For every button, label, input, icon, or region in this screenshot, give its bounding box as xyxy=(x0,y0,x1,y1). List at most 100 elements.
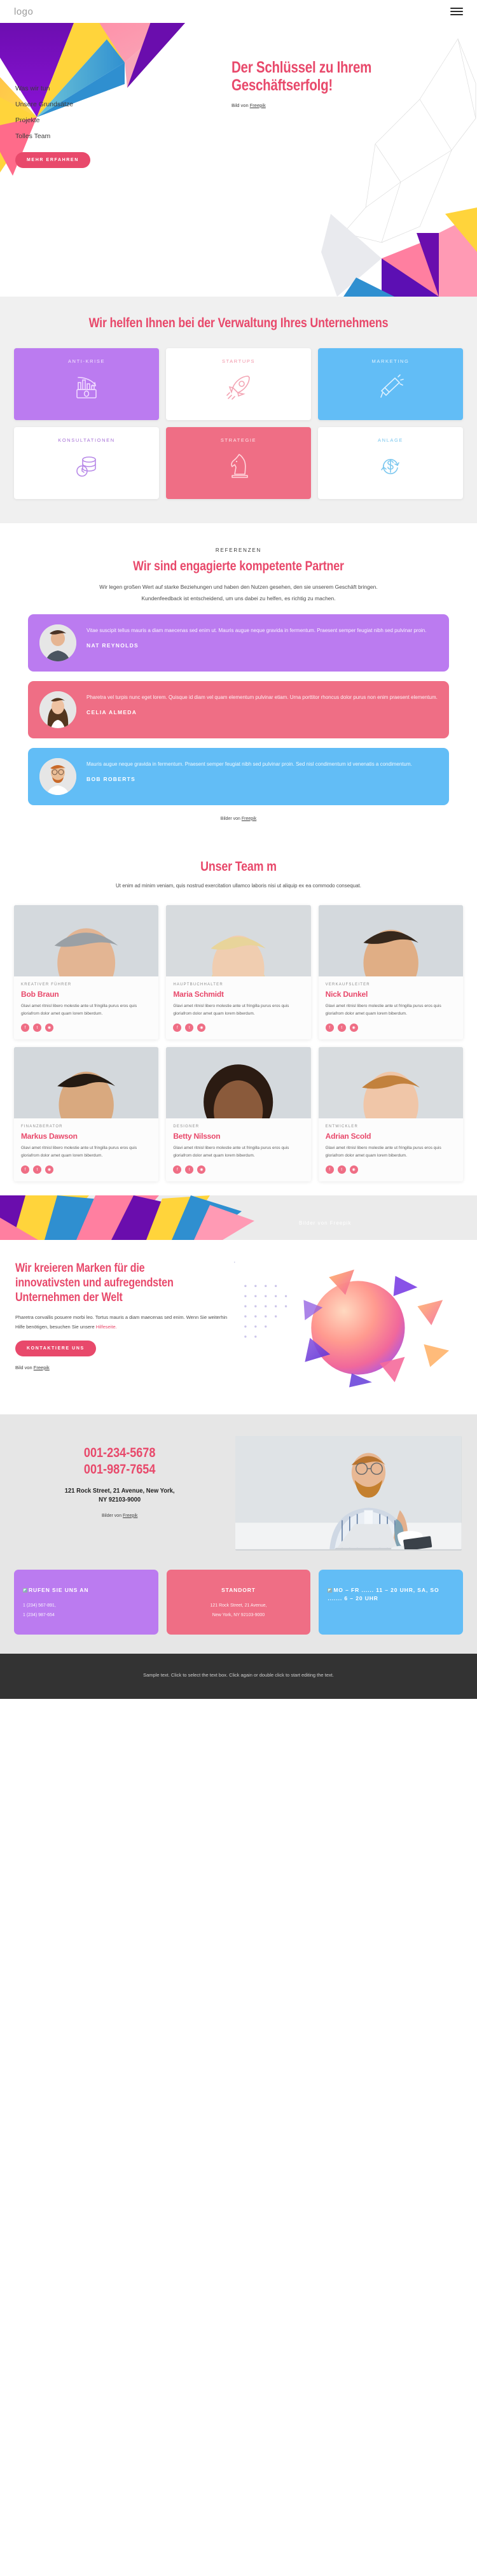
team-member-role: FINANZBERATOR xyxy=(21,1125,63,1129)
contact-card-line: 1 (234) 987-654 xyxy=(23,1613,55,1618)
testimonials-subtitle: Wir legen großen Wert auf starke Beziehu… xyxy=(99,584,378,602)
dollar-refresh-icon xyxy=(376,451,405,484)
twitter-icon[interactable]: t xyxy=(337,1165,346,1174)
instagram-icon[interactable]: ◉ xyxy=(197,1024,206,1032)
site-footer: Sample text. Click to select the text bo… xyxy=(0,1654,477,1700)
team-section: Unser Team m Ut enim ad minim veniam, qu… xyxy=(0,840,477,1241)
team-member-card[interactable]: VERKAUFSLEITER Nick Dunkel Glavi amet ri… xyxy=(318,904,463,1039)
team-member-socials: f t ◉ xyxy=(21,1165,151,1174)
money-decline-icon xyxy=(72,372,101,405)
team-member-photo xyxy=(14,1047,159,1118)
team-member-role: DESIGNER xyxy=(173,1125,200,1129)
team-title: Unser Team m xyxy=(200,859,277,874)
team-member-card[interactable]: KREATIVER FÜHRER Bob Braun Glavi amet ri… xyxy=(14,904,159,1039)
team-member-photo xyxy=(318,904,463,976)
team-member-name: Adrian Scold xyxy=(325,1132,371,1141)
service-card-startups[interactable]: STARTUPS xyxy=(166,348,311,420)
instagram-icon[interactable]: ◉ xyxy=(45,1024,53,1032)
contact-address: 121 Rock Street, 21 Avenue, New York, NY… xyxy=(25,1486,213,1505)
hero-credit-link[interactable]: Freepik xyxy=(250,102,266,108)
team-member-card[interactable]: ENTWICKLER Adrian Scold Glavi amet ritni… xyxy=(318,1047,463,1182)
site-logo[interactable]: logo xyxy=(14,6,33,17)
instagram-icon[interactable]: ◉ xyxy=(349,1024,358,1032)
hero-cta-button[interactable]: MEHR ERFAHREN xyxy=(15,152,90,168)
instagram-icon[interactable]: ◉ xyxy=(45,1165,53,1174)
contact-card-line: 121 Rock Street, 21 Avenue, xyxy=(210,1603,267,1608)
service-card-anti-krise[interactable]: ANTI-KRISE xyxy=(14,348,159,420)
team-member-desc: Glavi amet ritnisl libero molestie ante … xyxy=(173,1003,289,1016)
twitter-icon[interactable]: t xyxy=(185,1165,194,1174)
facebook-icon[interactable]: f xyxy=(325,1165,334,1174)
testimonials-section: REFERENZEN Wir sind engagierte kompetent… xyxy=(0,523,477,840)
team-member-socials: f t ◉ xyxy=(325,1024,456,1032)
brand-illustration xyxy=(233,1261,462,1395)
team-member-card[interactable]: FINANZBERATOR Markus Dawson Glavi amet r… xyxy=(14,1047,159,1182)
hero-section: Was wir tun Unsere Grundsätze Projekte T… xyxy=(0,23,477,297)
testimonials-image-credit: Bilder von Freepik xyxy=(0,817,477,821)
brand-cta-button[interactable]: KONTAKTIERE UNS xyxy=(15,1340,96,1356)
team-member-photo xyxy=(14,904,159,976)
credit-prefix: Bild von xyxy=(15,1364,34,1370)
service-card-konsultationen[interactable]: KONSULTATIONEN xyxy=(14,426,159,499)
instagram-icon[interactable]: ◉ xyxy=(197,1165,206,1174)
contact-section: 001-234-5678 001-987-7654 121 Rock Stree… xyxy=(0,1414,477,1654)
service-card-marketing[interactable]: MARKETING xyxy=(318,348,463,420)
hero-nav-item-3[interactable]: Tolles Team xyxy=(15,128,225,144)
team-member-photo xyxy=(166,1047,311,1118)
contact-image-credit: Bilder von Freepik xyxy=(15,1514,224,1518)
hero-nav-list: Was wir tun Unsere Grundsätze Projekte T… xyxy=(15,80,225,144)
team-member-socials: f t ◉ xyxy=(325,1165,456,1174)
credit-link[interactable]: Freepik xyxy=(34,1365,50,1370)
contact-card-line: 1 (234) 567-891, xyxy=(23,1603,56,1608)
facebook-icon[interactable]: f xyxy=(173,1024,182,1032)
contact-card-title: MO – FR ...... 11 – 20 UHR, SA, SO .....… xyxy=(328,1586,454,1603)
credit-link[interactable]: Freepik xyxy=(123,1514,137,1518)
facebook-icon[interactable]: f xyxy=(173,1165,182,1174)
team-member-photo xyxy=(318,1047,463,1118)
hero-image-credit: Bild von Freepik xyxy=(232,102,462,108)
contact-card-hours: MO – FR ...... 11 – 20 UHR, SA, SO .....… xyxy=(319,1570,463,1635)
contact-card-location: STANDORT 121 Rock Street, 21 Avenue, New… xyxy=(166,1570,311,1635)
hero-nav-item-0[interactable]: Was wir tun xyxy=(15,80,225,96)
team-member-card[interactable]: DESIGNER Betty Nilsson Glavi amet ritnis… xyxy=(166,1047,311,1182)
twitter-icon[interactable]: t xyxy=(33,1024,41,1032)
service-card-anlage[interactable]: ANLAGE xyxy=(318,426,463,499)
contact-phone-1[interactable]: 001-234-5678 xyxy=(30,1445,209,1461)
brand-left-column: Wir kreieren Marken für die innovativste… xyxy=(15,1262,234,1395)
twitter-icon[interactable]: t xyxy=(337,1024,346,1032)
service-card-strategie[interactable]: STRATEGIE xyxy=(166,426,311,499)
team-member-card[interactable]: HAUPTBUCHHALTER Maria Schmidt Glavi amet… xyxy=(166,904,311,1039)
facebook-icon[interactable]: f xyxy=(325,1024,334,1032)
testimonial-author: NAT REYNOLDS xyxy=(86,642,139,649)
credit-prefix: Bilder von xyxy=(101,1513,123,1518)
service-card-label: MARKETING xyxy=(371,358,410,364)
facebook-icon[interactable]: f xyxy=(21,1165,29,1174)
hero-nav-item-2[interactable]: Projekte xyxy=(15,112,225,128)
twitter-icon[interactable]: t xyxy=(185,1024,194,1032)
team-member-name: Bob Braun xyxy=(21,989,59,999)
credit-link[interactable]: Freepik xyxy=(242,817,256,821)
services-section: Wir helfen Ihnen bei der Verwaltung Ihre… xyxy=(0,297,477,523)
contact-card-title-text: RUFEN SIE UNS AN xyxy=(29,1587,89,1594)
team-member-socials: f t ◉ xyxy=(21,1024,151,1032)
avatar xyxy=(39,691,76,728)
chess-knight-icon xyxy=(224,451,253,484)
team-member-photo xyxy=(166,904,311,976)
twitter-icon[interactable]: t xyxy=(33,1165,41,1174)
hamburger-menu-icon[interactable] xyxy=(450,8,463,15)
testimonial-card-0: Vitae suscipit tellus mauris a diam maec… xyxy=(28,614,449,672)
instagram-icon[interactable]: ◉ xyxy=(349,1165,358,1174)
team-member-socials: f t ◉ xyxy=(173,1024,303,1032)
site-header: logo xyxy=(0,0,477,23)
brand-help-link[interactable]: Hilfeseite. xyxy=(96,1324,117,1330)
contact-card-line: New York, NY 92103-9000 xyxy=(212,1613,265,1618)
contact-phone-2[interactable]: 001-987-7654 xyxy=(30,1461,209,1478)
hero-nav-item-1[interactable]: Unsere Grundsätze xyxy=(15,96,225,112)
facebook-icon[interactable]: f xyxy=(21,1024,29,1032)
brand-title: Wir kreieren Marken für die innovativste… xyxy=(15,1262,174,1304)
broken-image-icon xyxy=(23,1588,27,1593)
service-card-label: STRATEGIE xyxy=(220,437,257,443)
contact-card-call-us: RUFEN SIE UNS AN 1 (234) 567-891, 1 (234… xyxy=(14,1570,158,1635)
hero-right-column: Der Schlüssel zu Ihrem Geschäftserfolg! … xyxy=(225,59,462,168)
testimonial-card-1: Pharetra vel turpis nunc eget lorem. Qui… xyxy=(28,680,449,738)
